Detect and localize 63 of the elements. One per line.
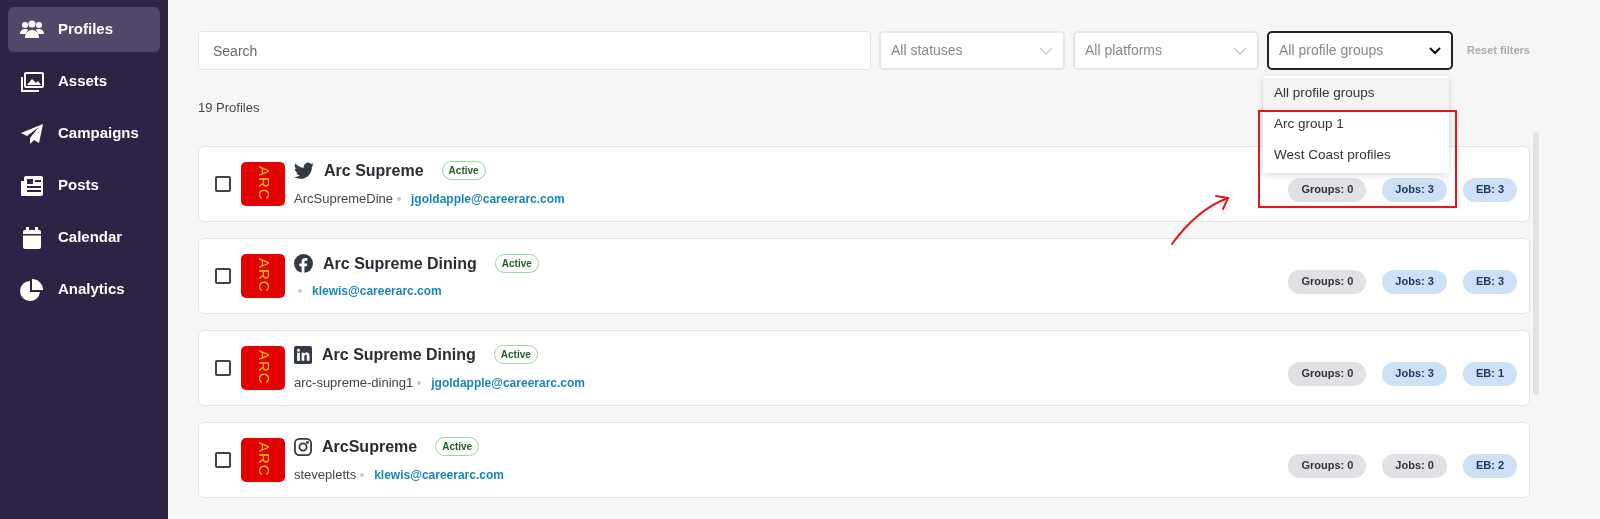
count-pill: Groups: 0 [1288, 361, 1367, 386]
sidebar-item[interactable]: Posts [8, 163, 160, 208]
avatar-logo: ARC [241, 253, 285, 298]
users-icon [20, 18, 44, 41]
checkbox[interactable] [215, 175, 231, 192]
instagram-icon [294, 437, 312, 456]
email-link[interactable]: jgoldapple@careerarc.com [431, 373, 585, 392]
profile-name: Arc Supreme Dining [322, 344, 476, 365]
count-pill: Jobs: 3 [1382, 361, 1447, 386]
bird-icon [294, 161, 314, 180]
count-pill: Jobs: 3 [1382, 177, 1447, 202]
checkbox[interactable] [215, 359, 231, 376]
checkbox[interactable] [215, 267, 231, 284]
count-pill: EB: 3 [1462, 269, 1517, 294]
annotation-arrow [1170, 192, 1232, 246]
chevron-icon [1233, 46, 1247, 55]
chevron-icon [1429, 46, 1441, 55]
profile-count: 19 Profiles [198, 99, 261, 117]
separator-dot [417, 380, 422, 385]
avatar-logo: ARC [241, 437, 285, 482]
dropdown-option[interactable]: All profile groups [1263, 78, 1449, 109]
count-pill: Jobs: 3 [1382, 269, 1447, 294]
images-icon [20, 70, 44, 93]
profile-name: Arc Supreme Dining [323, 253, 477, 274]
newspaper-icon [20, 174, 44, 197]
count-pill: EB: 2 [1462, 453, 1517, 478]
separator-dot [397, 196, 401, 201]
linkedin-icon [294, 345, 312, 364]
filter-dropdown[interactable]: All profile groups [1267, 31, 1453, 70]
email-link[interactable]: klewis@careerarc.com [374, 465, 504, 484]
search-field[interactable]: Search [198, 31, 871, 70]
sidebar-item[interactable]: Analytics [8, 267, 160, 312]
filter-dropdown[interactable]: All platforms [1073, 31, 1259, 70]
dropdown-option[interactable]: Arc group 1 [1263, 109, 1449, 140]
profile-handle: arc-supreme-dining1 [294, 373, 414, 392]
sidebar-item[interactable]: Assets [8, 59, 160, 104]
dropdown-option[interactable]: West Coast profiles [1263, 140, 1449, 171]
count-pill: Groups: 0 [1288, 177, 1367, 202]
chevron-icon [1039, 46, 1053, 55]
avatar-logo: ARC [241, 345, 285, 390]
profile-name: Arc Supreme [324, 160, 424, 181]
profile-handle: ArcSupremeDine [294, 189, 393, 208]
count-pill: EB: 1 [1462, 361, 1517, 386]
count-pill: EB: 3 [1462, 177, 1517, 202]
calendar-icon [20, 226, 44, 249]
email-link[interactable]: klewis@careerarc.com [312, 281, 442, 300]
email-link[interactable]: jgoldapple@careerarc.com [411, 189, 565, 208]
count-pill: Groups: 0 [1288, 269, 1367, 294]
sidebar-item[interactable]: Campaigns [8, 111, 160, 156]
separator-dot [360, 472, 365, 477]
pie-chart-icon [20, 278, 44, 301]
paper-plane-icon [20, 122, 44, 145]
avatar-logo: ARC [241, 161, 285, 206]
sidebar-item[interactable]: Calendar [8, 215, 160, 260]
sidebar-item[interactable]: Profiles [8, 7, 160, 52]
filter-dropdown[interactable]: All statuses [879, 31, 1065, 70]
checkbox[interactable] [215, 451, 231, 468]
separator-dot [298, 288, 302, 293]
profile-name: ArcSupreme [322, 436, 418, 457]
count-pill: Groups: 0 [1288, 453, 1367, 478]
profile-handle: stevepletts [294, 465, 357, 484]
facebook-icon [294, 254, 313, 273]
count-pill: Jobs: 0 [1382, 453, 1447, 478]
